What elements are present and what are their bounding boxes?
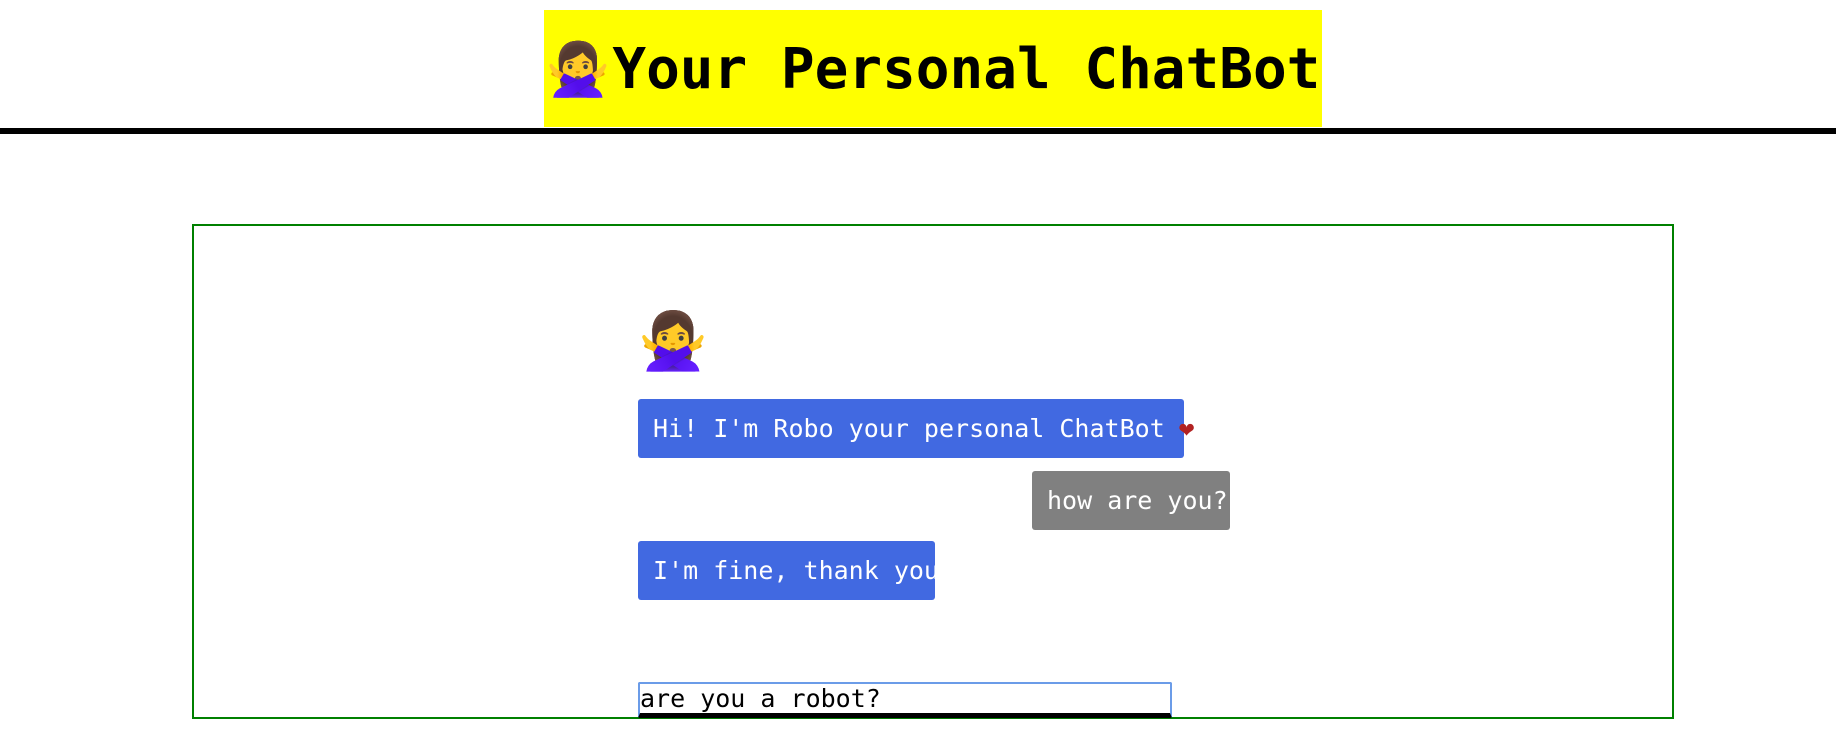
bot-avatar-icon: 🙅‍♀️ bbox=[638, 309, 708, 374]
message-input-wrapper bbox=[638, 682, 1172, 718]
header-banner: 🙅‍♀️ Your Personal ChatBot bbox=[544, 10, 1322, 127]
heart-icon: ❤ bbox=[1178, 413, 1195, 444]
user-message: how are you? bbox=[1032, 471, 1230, 530]
message-input[interactable] bbox=[640, 684, 1170, 713]
bot-message: Hi! I'm Robo your personal ChatBot ❤ bbox=[638, 399, 1194, 458]
message-text: Hi! I'm Robo your personal ChatBot bbox=[653, 414, 1165, 443]
person-gesturing-no-icon: 🙅‍♀️ bbox=[545, 39, 611, 100]
message-text: I'm fine, thank you bbox=[653, 556, 939, 585]
bot-message: I'm fine, thank you bbox=[638, 541, 939, 600]
chat-container bbox=[192, 224, 1674, 719]
message-text: how are you? bbox=[1047, 486, 1228, 515]
header-divider bbox=[0, 128, 1836, 134]
page-title: Your Personal ChatBot bbox=[612, 37, 1321, 102]
